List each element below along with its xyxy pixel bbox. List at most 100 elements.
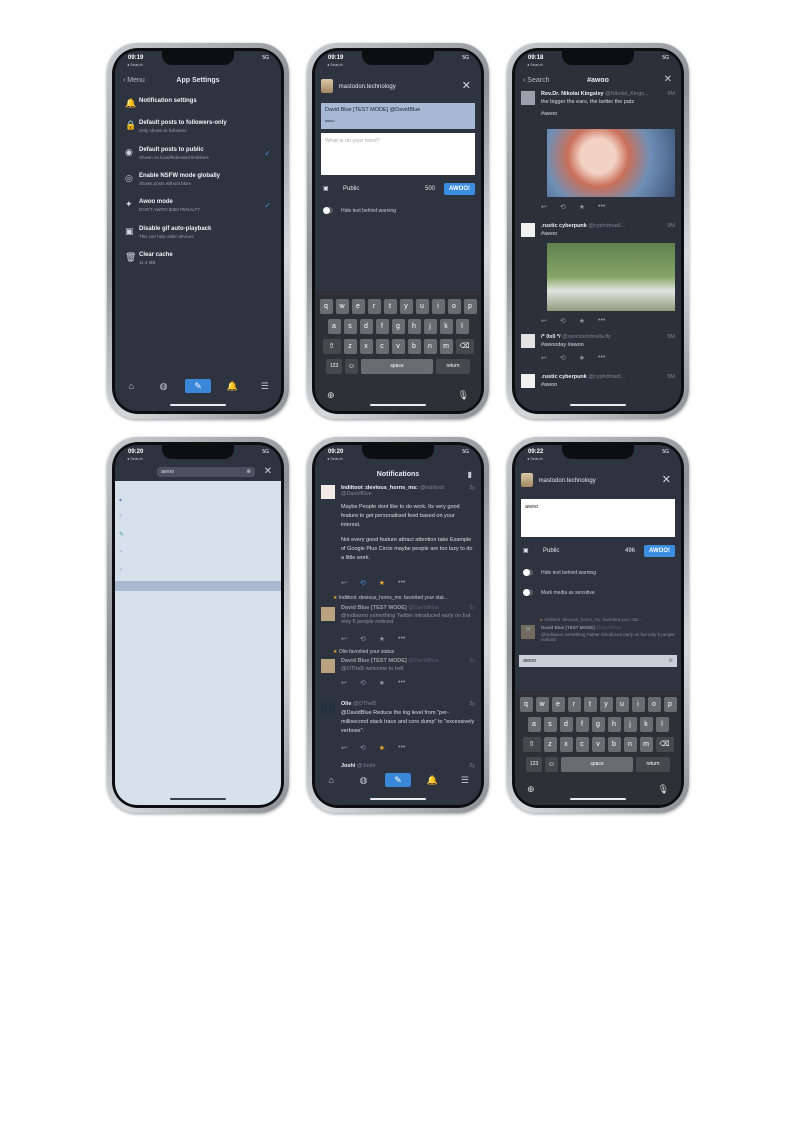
close-icon[interactable]: ✕ (662, 473, 671, 486)
space-key[interactable]: space (561, 757, 633, 772)
key[interactable]: r (567, 697, 581, 712)
star-icon[interactable]: ★ (579, 203, 585, 211)
setting-nsfw[interactable]: ◎ Enable NSFW mode globally Shows posts … (115, 170, 281, 196)
key[interactable]: g (391, 319, 405, 334)
key[interactable]: r (367, 299, 381, 314)
post-image[interactable] (547, 243, 675, 311)
star-icon[interactable]: ★ (379, 579, 385, 587)
key[interactable]: y (399, 299, 413, 314)
status-back[interactable]: ◂ Search (527, 456, 543, 461)
notification[interactable]: Indiitoot :devious_horns_ms: @indiitoot … (321, 485, 475, 603)
status-back[interactable]: ◂ Search (127, 456, 143, 461)
key[interactable]: j (623, 717, 637, 732)
key[interactable]: t (583, 697, 597, 712)
bell-icon[interactable]: 🔔 (421, 773, 443, 787)
toggle-sensitive[interactable]: Mark media as sensitive (523, 589, 673, 601)
toggle-switch[interactable] (323, 207, 333, 214)
key[interactable]: q (319, 299, 333, 314)
key[interactable]: w (335, 299, 349, 314)
key[interactable]: z (543, 737, 557, 752)
key[interactable]: u (415, 299, 429, 314)
key[interactable]: u (615, 697, 629, 712)
more-icon[interactable]: ••• (598, 354, 605, 362)
compose-input[interactable]: awoo (521, 499, 675, 537)
post[interactable]: Rev.Dr. Nikolai Kingsley @Nikolai_Kings.… (521, 91, 675, 211)
boost-icon[interactable]: ⟲ (360, 744, 366, 752)
globe-icon[interactable]: ⊕ (527, 784, 535, 795)
emoji-icon[interactable]: ☺ (545, 757, 558, 772)
shift-icon[interactable]: ⇧ (522, 737, 541, 752)
close-icon[interactable]: ✕ (264, 466, 272, 477)
more-icon[interactable]: ••• (398, 744, 405, 752)
backspace-icon[interactable]: ⌫ (455, 339, 474, 354)
key[interactable]: o (647, 697, 661, 712)
list-item[interactable]: ● (119, 567, 123, 573)
key[interactable]: k (639, 717, 653, 732)
microphone-icon[interactable]: 🎙 (458, 390, 469, 401)
globe-icon[interactable]: ◍ (153, 379, 175, 393)
status-back[interactable]: ◂ Search (127, 62, 143, 67)
trash-icon[interactable]: ▮ (468, 470, 472, 479)
star-icon[interactable]: ★ (379, 744, 385, 752)
numbers-key[interactable]: 123 (326, 359, 342, 374)
autocomplete-bar[interactable]: awoo ⊗ (519, 655, 677, 667)
key[interactable]: v (591, 737, 605, 752)
notification[interactable]: ★ Olie favorited your status David Blue … (321, 649, 475, 699)
globe-icon[interactable]: ◍ (353, 773, 375, 787)
key[interactable]: f (375, 319, 389, 334)
compose-input[interactable]: What is on your mind? (321, 133, 475, 175)
key[interactable]: e (551, 697, 565, 712)
key[interactable]: l (655, 717, 669, 732)
close-icon[interactable]: ✕ (525, 625, 532, 634)
image-icon[interactable]: ▣ (523, 547, 529, 554)
toggle-cw[interactable]: Hide text behind warning (523, 569, 673, 581)
reply-icon[interactable]: ↩ (341, 744, 347, 752)
boost-icon[interactable]: ⟲ (560, 203, 566, 211)
star-icon[interactable]: ★ (379, 679, 385, 687)
key[interactable]: n (423, 339, 437, 354)
key[interactable]: x (559, 737, 573, 752)
toggle-switch[interactable] (523, 569, 533, 576)
key[interactable]: w (535, 697, 549, 712)
clear-icon[interactable]: ⊗ (246, 467, 251, 477)
home-icon[interactable]: ⌂ (320, 773, 342, 787)
key[interactable]: a (327, 319, 341, 334)
status-back[interactable]: ◂ Search (327, 456, 343, 461)
setting-gif[interactable]: ▣ Disable gif auto-playback This can hel… (115, 223, 281, 249)
reply-icon[interactable]: ↩ (541, 317, 547, 325)
reply-icon[interactable]: ↩ (341, 679, 347, 687)
setting-public[interactable]: ◉ Default posts to public Shown on local… (115, 144, 281, 170)
emoji-icon[interactable]: ☺ (345, 359, 358, 374)
key[interactable]: i (431, 299, 445, 314)
key[interactable]: g (591, 717, 605, 732)
key[interactable]: q (519, 697, 533, 712)
notification[interactable]: Olie @OTheB 2y @DavidBlue Reduce the log… (321, 701, 475, 763)
notification[interactable]: ★ Indiitoot :devious_horns_ms: favorited… (321, 595, 475, 645)
key[interactable]: s (543, 717, 557, 732)
key[interactable]: k (439, 319, 453, 334)
key[interactable]: e (351, 299, 365, 314)
key[interactable]: p (663, 697, 677, 712)
return-key[interactable]: return (436, 359, 470, 374)
star-icon[interactable]: ★ (379, 635, 385, 643)
visibility-select[interactable]: Public (343, 186, 359, 192)
boost-icon[interactable]: ⟲ (360, 635, 366, 643)
key[interactable]: p (463, 299, 477, 314)
more-icon[interactable]: ••• (598, 203, 605, 211)
list-item[interactable]: ● (119, 549, 123, 555)
more-icon[interactable]: ••• (598, 317, 605, 325)
boost-icon[interactable]: ⟲ (360, 679, 366, 687)
setting-cache[interactable]: 🗑 Clear cache 11.4 MB (115, 249, 281, 275)
space-key[interactable]: space (361, 359, 433, 374)
key[interactable]: c (375, 339, 389, 354)
microphone-icon[interactable]: 🎙 (658, 784, 669, 795)
close-icon[interactable]: ✕ (462, 79, 471, 92)
post-image[interactable] (547, 129, 675, 197)
key[interactable]: l (455, 319, 469, 334)
key[interactable]: h (607, 717, 621, 732)
key[interactable]: n (623, 737, 637, 752)
key[interactable]: t (383, 299, 397, 314)
boost-icon[interactable]: ⟲ (560, 354, 566, 362)
key[interactable]: c (575, 737, 589, 752)
key[interactable]: b (407, 339, 421, 354)
